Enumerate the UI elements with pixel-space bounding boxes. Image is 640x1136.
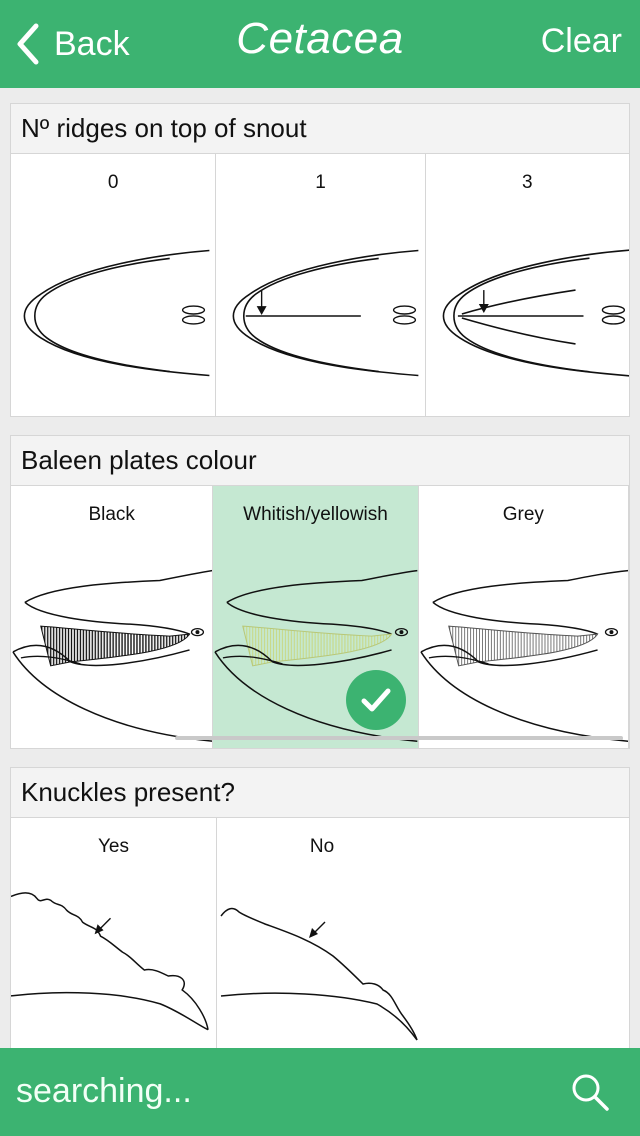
option-label: 1 [315,172,326,193]
option-label: No [309,836,335,857]
option-row: Black Whitish/yellowish Grey [11,486,629,748]
section-title: Nº ridges on top of snout [11,104,629,154]
horizontal-scrollbar[interactable] [175,736,623,740]
search-bar[interactable]: searching... [0,1048,640,1136]
section-title: Knuckles present? [11,768,629,818]
back-button[interactable]: Back [14,20,130,68]
section-baleen-colour: Baleen plates colour Black Whitish/yello… [10,435,630,749]
option-ridges-0[interactable]: 0 [11,154,217,416]
option-ridges-3[interactable]: 3 [425,154,629,416]
option-label: Black [88,504,135,525]
baleen-illustration [12,569,213,742]
snout-illustration [23,249,210,377]
option-baleen-whitish[interactable]: Whitish/yellowish [213,486,419,748]
option-baleen-black[interactable]: Black [11,486,214,748]
section-snout-ridges: Nº ridges on top of snout 0 1 3 [10,103,630,417]
option-knuckles-no[interactable]: No [217,818,427,1080]
search-icon[interactable] [570,1072,610,1112]
option-knuckles-yes[interactable]: Yes [11,818,217,1080]
snout-illustration [442,249,629,377]
option-row: 0 1 3 [11,154,629,416]
option-label: Whitish/yellowish [243,504,388,525]
option-row: Yes No [11,818,629,1080]
option-label: 3 [522,172,533,193]
option-label: Grey [502,504,544,525]
option-baleen-grey[interactable]: Grey [418,486,629,748]
option-label: Yes [98,836,129,857]
selected-badge [345,670,406,730]
chevron-left-icon [17,23,39,65]
option-label: 0 [107,172,119,193]
search-status-text: searching... [16,1072,192,1110]
section-title: Baleen plates colour [11,436,629,486]
clear-button[interactable]: Clear [541,22,622,61]
baleen-illustration [420,569,628,742]
option-ridges-1[interactable]: 1 [216,154,426,416]
back-label: Back [54,24,130,63]
section-knuckles: Knuckles present? Yes No [10,767,630,1081]
navigation-bar: Back Cetacea Clear [0,0,640,88]
snout-illustration [233,249,419,377]
checkmark-icon [361,688,391,712]
